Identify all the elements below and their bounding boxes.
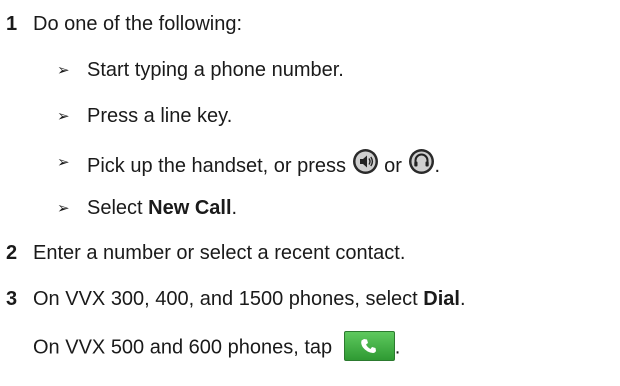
- bullet-arrow-icon: ➢: [57, 108, 70, 125]
- bullet-arrow-icon: ➢: [57, 62, 70, 79]
- phone-handset-icon: [360, 339, 376, 353]
- speakerphone-icon: [352, 148, 379, 181]
- headset-icon: [408, 148, 435, 181]
- bullet-arrow-icon: ➢: [57, 154, 70, 171]
- bullet-text-part: or: [378, 154, 408, 177]
- bullet-text: Pick up the handset, or press or .: [87, 148, 441, 183]
- bullet-text-part: .: [434, 154, 441, 177]
- step-number: 3: [6, 288, 18, 310]
- step-text-part: .: [459, 288, 466, 310]
- step-number: 2: [6, 242, 18, 264]
- bullet-text-part: Select: [87, 197, 149, 219]
- bullet-text: Start typing a phone number.: [87, 59, 344, 81]
- bullet-text-part: Pick up the handset, or press: [87, 154, 352, 177]
- dial-label: Dial: [423, 288, 460, 310]
- step-text-part: .: [394, 336, 401, 359]
- step-number: 1: [6, 13, 18, 35]
- bullet-text: Press a line key.: [87, 105, 233, 127]
- step-text: On VVX 300, 400, and 1500 phones, select…: [33, 287, 466, 311]
- dial-button[interactable]: [343, 331, 395, 361]
- new-call-label: New Call: [148, 197, 232, 219]
- step-text-part: On VVX 500 and 600 phones, tap: [33, 336, 338, 359]
- step-text: Enter a number or select a recent contac…: [33, 242, 406, 264]
- step-text: Do one of the following:: [33, 13, 243, 35]
- step-text: On VVX 500 and 600 phones, tap .: [33, 331, 401, 363]
- step-text-part: On VVX 300, 400, and 1500 phones, select: [33, 288, 424, 310]
- bullet-arrow-icon: ➢: [57, 200, 70, 217]
- bullet-text-part: .: [231, 197, 238, 219]
- bullet-text: Select New Call.: [87, 196, 237, 220]
